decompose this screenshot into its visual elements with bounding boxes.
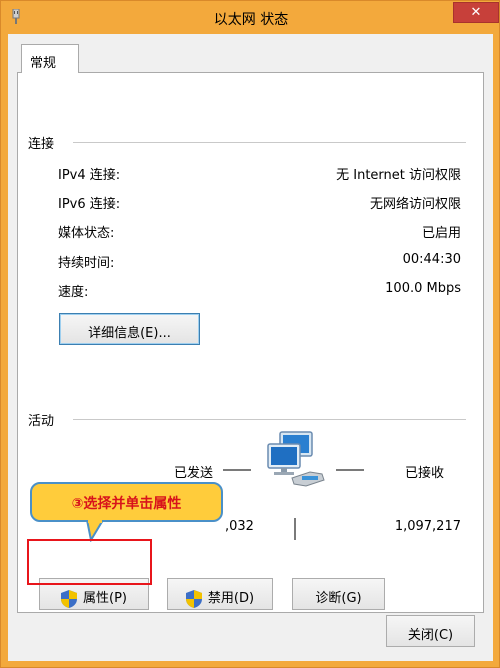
disable-button-label: 禁用(D) bbox=[207, 591, 255, 606]
window: 以太网 状态 ✕ 常规 连接 IPv4 连接: 无 Internet 访问权限 … bbox=[0, 0, 500, 668]
shield-icon bbox=[61, 589, 77, 608]
properties-highlight-box bbox=[27, 539, 152, 585]
diagnose-button-label: 诊断(G) bbox=[315, 591, 362, 606]
diagnose-button[interactable]: 诊断(G) bbox=[292, 578, 385, 610]
network-computers-icon bbox=[267, 431, 325, 487]
title-bar: 以太网 状态 ✕ bbox=[1, 1, 500, 34]
sent-label: 已发送 bbox=[174, 466, 214, 481]
ipv6-label: IPv6 连接: bbox=[58, 197, 121, 212]
ipv4-value: 无 Internet 访问权限 bbox=[336, 168, 461, 183]
window-close-button[interactable]: ✕ bbox=[453, 2, 499, 23]
speed-value: 100.0 Mbps bbox=[385, 281, 461, 296]
instruction-callout: ③选择并单击属性 bbox=[30, 482, 223, 522]
instruction-callout-text: ③选择并单击属性 bbox=[71, 496, 182, 512]
tab-general-label: 常规 bbox=[30, 56, 57, 71]
activity-group-header: 活动 bbox=[28, 414, 55, 429]
received-line bbox=[336, 469, 364, 471]
connection-group-header: 连接 bbox=[28, 137, 55, 152]
close-button[interactable]: 关闭(C) bbox=[386, 615, 475, 647]
received-bytes-value: 1,097,217 bbox=[394, 519, 461, 534]
shield-icon bbox=[185, 589, 202, 608]
media-state-value: 已启用 bbox=[421, 226, 461, 241]
ipv4-label: IPv4 连接: bbox=[58, 168, 121, 183]
duration-label: 持续时间: bbox=[58, 256, 115, 271]
duration-value: 00:44:30 bbox=[402, 252, 461, 267]
sent-bytes-value: ,032 bbox=[225, 519, 254, 534]
received-label: 已接收 bbox=[405, 466, 445, 481]
speed-label: 速度: bbox=[58, 285, 89, 300]
ipv6-value: 无网络访问权限 bbox=[369, 197, 461, 212]
details-button-label: 详细信息(E)... bbox=[88, 326, 171, 341]
activity-group-line bbox=[73, 419, 466, 420]
connection-group-line bbox=[73, 142, 466, 143]
sent-line bbox=[223, 469, 251, 471]
disable-button[interactable]: 禁用(D) bbox=[167, 578, 273, 610]
window-title: 以太网 状态 bbox=[213, 12, 289, 28]
properties-button-label: 属性(P) bbox=[83, 591, 127, 606]
details-button[interactable]: 详细信息(E)... bbox=[59, 313, 200, 345]
media-state-label: 媒体状态: bbox=[58, 226, 115, 241]
close-button-label: 关闭(C) bbox=[407, 628, 454, 643]
activity-divider bbox=[294, 518, 296, 540]
tab-general[interactable]: 常规 bbox=[21, 44, 79, 73]
